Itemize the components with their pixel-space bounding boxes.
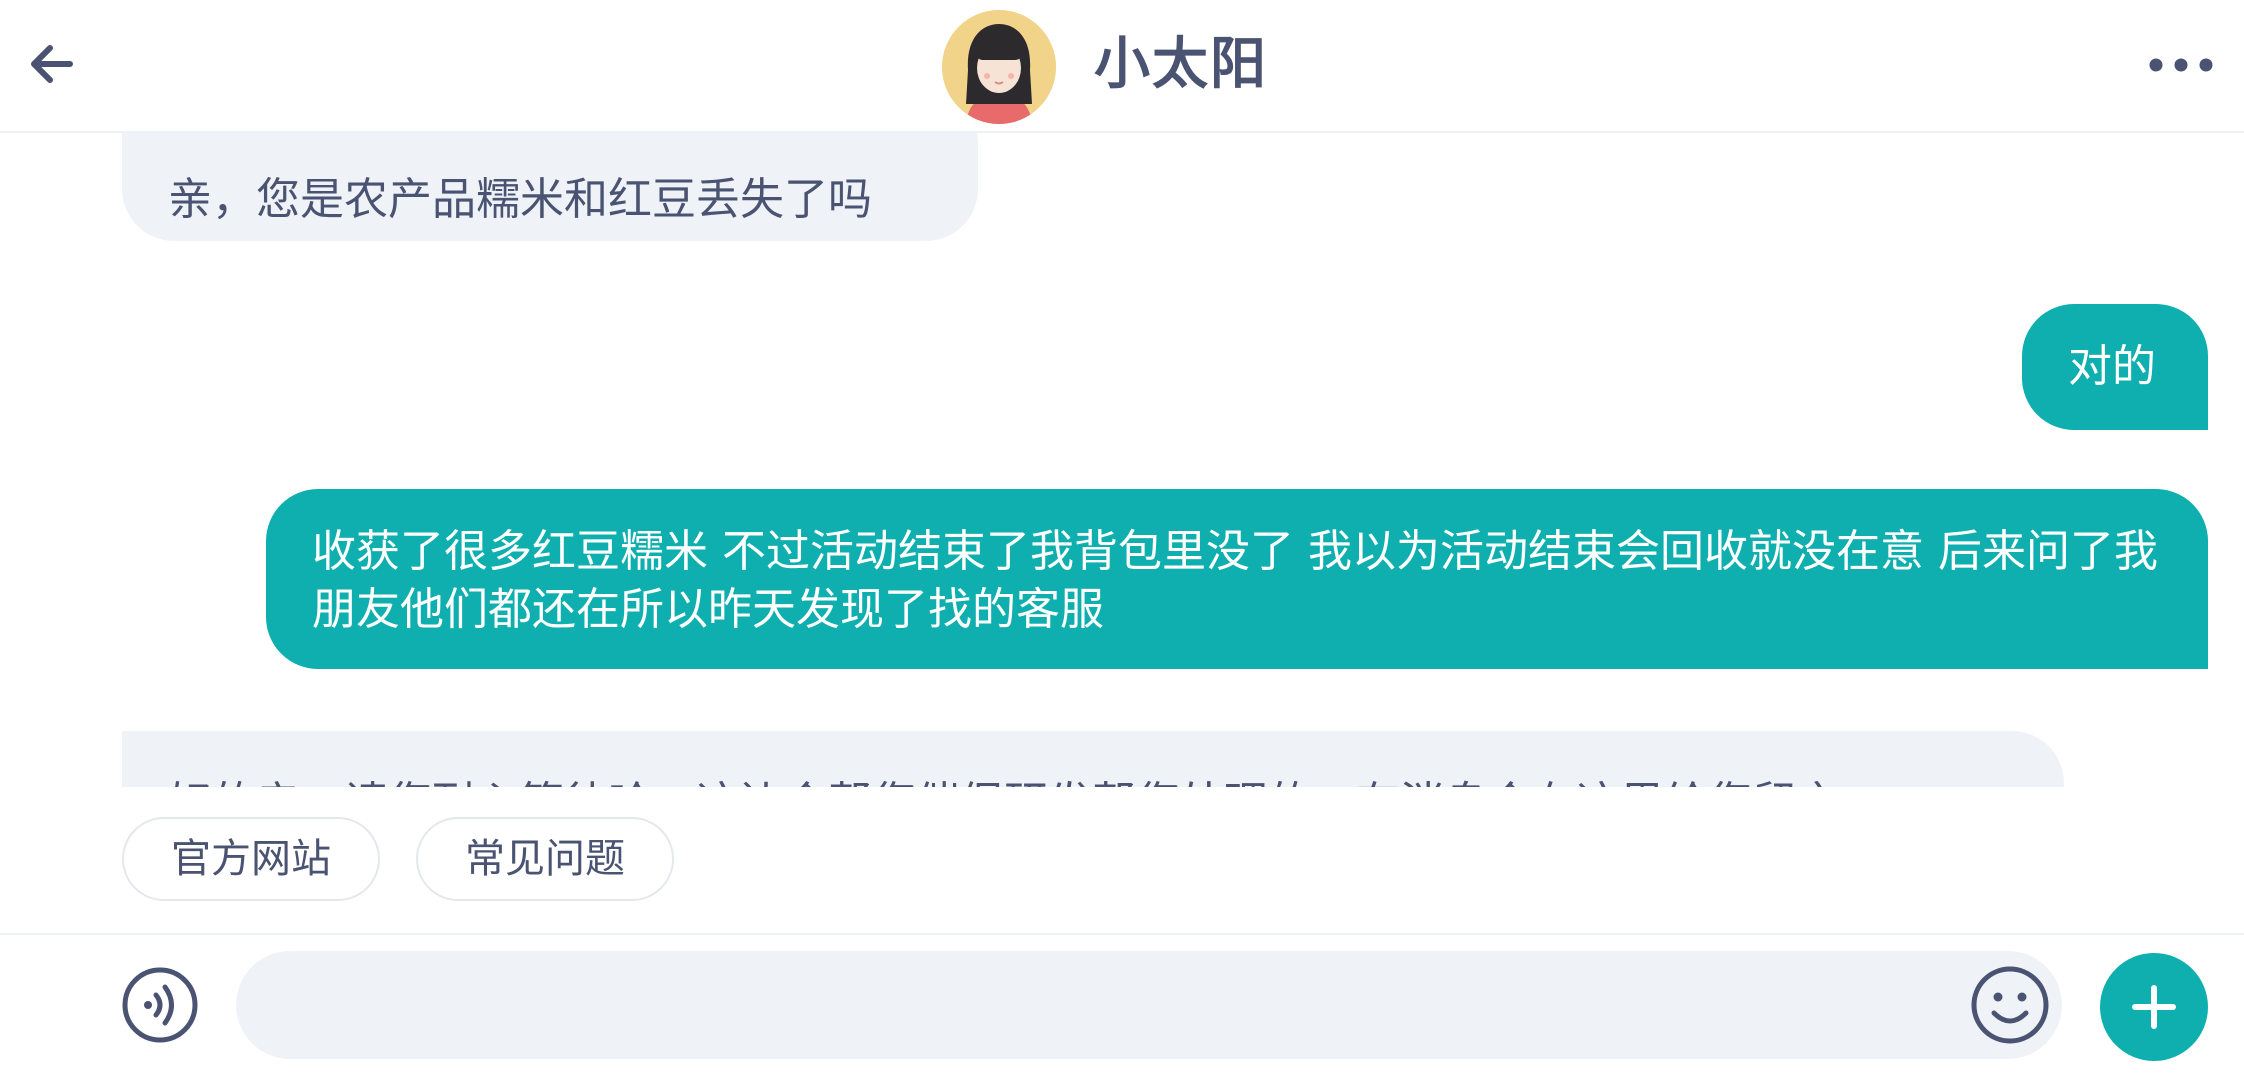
- back-button[interactable]: [24, 36, 80, 92]
- more-button[interactable]: [2146, 50, 2216, 80]
- quick-reply-faq[interactable]: 常见问题: [416, 817, 674, 901]
- input-bar: [0, 935, 2244, 1080]
- quick-reply-bar: 官方网站 常见问题: [0, 787, 2244, 935]
- plus-button[interactable]: [2100, 953, 2208, 1061]
- arrow-left-icon: [31, 45, 73, 83]
- emoji-button[interactable]: [1970, 965, 2050, 1045]
- message-bubble-incoming[interactable]: 好的亲，请您耐心等待哈，这边会帮您催促研发帮您处理的，有消息会在这里给您留言: [122, 731, 2064, 787]
- message-input[interactable]: [236, 951, 2062, 1059]
- avatar[interactable]: [942, 10, 1056, 124]
- quick-reply-official-site[interactable]: 官方网站: [122, 817, 380, 901]
- message-bubble-incoming[interactable]: 亲，您是农产品糯米和红豆丢失了吗: [122, 131, 978, 241]
- voice-icon: [122, 967, 198, 1043]
- more-horizontal-icon: [2149, 58, 2213, 72]
- message-list[interactable]: 亲，您是农产品糯米和红豆丢失了吗 对的 收获了很多红豆糯米 不过活动结束了我背包…: [0, 131, 2244, 787]
- message-bubble-outgoing[interactable]: 收获了很多红豆糯米 不过活动结束了我背包里没了 我以为活动结束会回收就没在意 后…: [266, 489, 2208, 669]
- voice-button[interactable]: [122, 967, 198, 1043]
- message-bubble-outgoing[interactable]: 对的: [2022, 304, 2208, 430]
- plus-icon: [2132, 985, 2176, 1029]
- girl-avatar-icon: [942, 10, 1056, 124]
- emoji-icon: [1971, 966, 2049, 1044]
- chat-title: 小太阳: [1094, 32, 1268, 97]
- chat-header: 小太阳: [0, 0, 2244, 133]
- chat-screen: 小太阳 亲，您是农产品糯米和红豆丢失了吗 对的 收获了很多红豆糯米 不过活动结束…: [0, 0, 2244, 1080]
